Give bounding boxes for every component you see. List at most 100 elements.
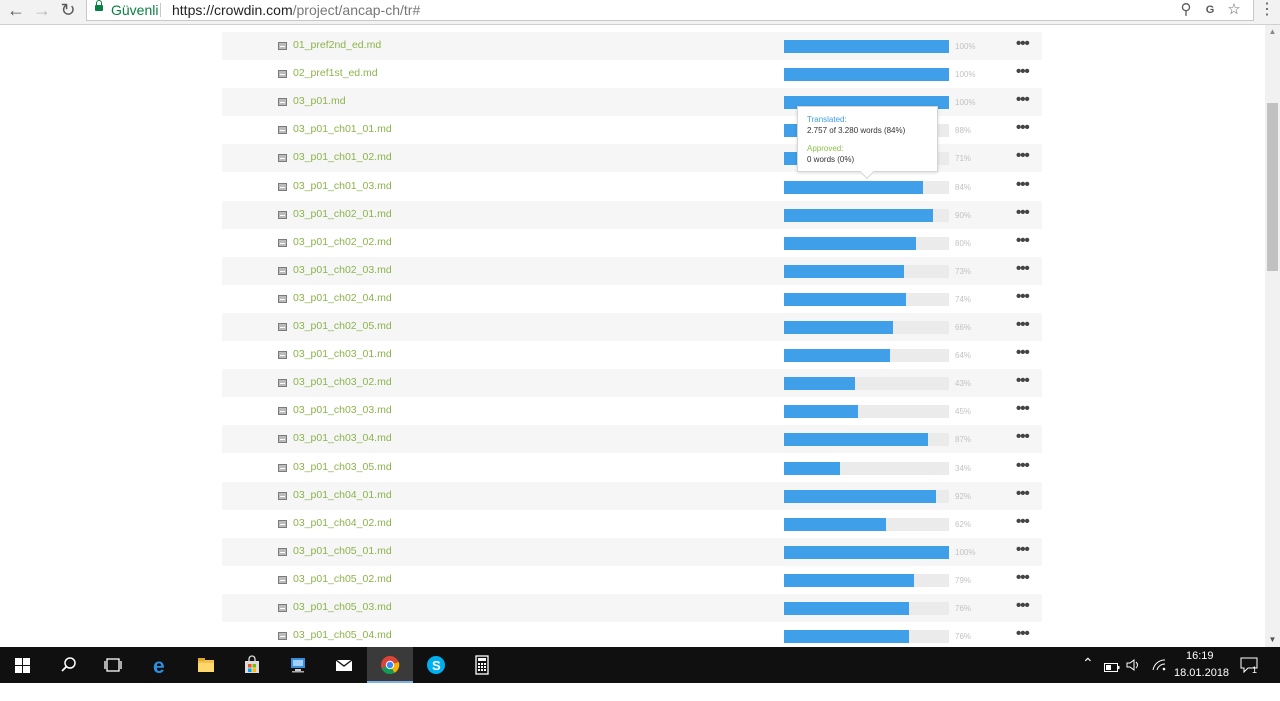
- file-row: 03_p01_ch02_02.md 80% •••: [222, 229, 1042, 257]
- file-name-link[interactable]: 03_p01.md: [293, 95, 346, 107]
- file-name-link[interactable]: 03_p01_ch01_01.md: [293, 123, 392, 135]
- file-explorer-button[interactable]: [183, 647, 229, 683]
- more-options-icon[interactable]: •••: [1016, 260, 1030, 277]
- more-options-icon[interactable]: •••: [1016, 485, 1030, 502]
- file-name-link[interactable]: 03_p01_ch04_02.md: [293, 517, 392, 529]
- more-options-icon[interactable]: •••: [1016, 232, 1030, 249]
- file-name-link[interactable]: 03_p01_ch02_01.md: [293, 208, 392, 220]
- wifi-icon[interactable]: [1151, 659, 1167, 695]
- skype-button[interactable]: S: [413, 647, 459, 683]
- scroll-down-arrow-icon[interactable]: ▼: [1265, 633, 1280, 647]
- progress-bar[interactable]: [784, 293, 949, 306]
- progress-bar[interactable]: [784, 40, 949, 53]
- file-name-link[interactable]: 03_p01_ch02_04.md: [293, 292, 392, 304]
- task-view-button[interactable]: [90, 647, 136, 683]
- file-name-link[interactable]: 03_p01_ch02_02.md: [293, 236, 392, 248]
- scroll-up-arrow-icon[interactable]: ▲: [1265, 25, 1280, 39]
- more-options-icon[interactable]: •••: [1016, 428, 1030, 445]
- secure-label: Güvenli: [111, 2, 159, 18]
- more-options-icon[interactable]: •••: [1016, 372, 1030, 389]
- file-name-link[interactable]: 01_pref2nd_ed.md: [293, 39, 381, 51]
- progress-bar[interactable]: [784, 181, 949, 194]
- mail-button[interactable]: [321, 647, 367, 683]
- file-name-link[interactable]: 03_p01_ch05_01.md: [293, 545, 392, 557]
- progress-bar[interactable]: [784, 237, 949, 250]
- file-name-link[interactable]: 03_p01_ch03_03.md: [293, 404, 392, 416]
- file-name-link[interactable]: 02_pref1st_ed.md: [293, 67, 378, 79]
- progress-bar[interactable]: [784, 602, 949, 615]
- zoom-icon[interactable]: ⚲: [1177, 1, 1195, 19]
- taskbar-date[interactable]: 18.01.2018: [1174, 667, 1229, 679]
- edge-button[interactable]: e: [138, 647, 184, 683]
- translate-icon[interactable]: G: [1201, 1, 1219, 19]
- progress-bar-fill: [784, 209, 933, 222]
- battery-icon[interactable]: [1104, 661, 1120, 697]
- more-options-icon[interactable]: •••: [1016, 119, 1030, 136]
- progress-bar[interactable]: [784, 405, 949, 418]
- more-options-icon[interactable]: •••: [1016, 457, 1030, 474]
- progress-bar[interactable]: [784, 349, 949, 362]
- windows-logo-icon: [15, 658, 30, 673]
- desktop-app-button[interactable]: [275, 647, 321, 683]
- file-name-link[interactable]: 03_p01_ch05_02.md: [293, 573, 392, 585]
- more-options-icon[interactable]: •••: [1016, 91, 1030, 108]
- progress-bar[interactable]: [784, 546, 949, 559]
- progress-bar[interactable]: [784, 490, 949, 503]
- start-button[interactable]: [0, 647, 46, 683]
- chrome-button[interactable]: [367, 647, 413, 683]
- more-options-icon[interactable]: •••: [1016, 513, 1030, 530]
- store-button[interactable]: [229, 647, 275, 683]
- file-name-link[interactable]: 03_p01_ch03_04.md: [293, 432, 392, 444]
- more-options-icon[interactable]: •••: [1016, 344, 1030, 361]
- file-name-link[interactable]: 03_p01_ch01_03.md: [293, 180, 392, 192]
- progress-bar[interactable]: [784, 630, 949, 643]
- reload-icon[interactable]: ↻: [57, 0, 79, 22]
- file-name-link[interactable]: 03_p01_ch05_03.md: [293, 601, 392, 613]
- more-options-icon[interactable]: •••: [1016, 316, 1030, 333]
- chevron-up-icon[interactable]: ⌃: [1082, 655, 1094, 691]
- more-options-icon[interactable]: •••: [1016, 288, 1030, 305]
- progress-bar[interactable]: [784, 574, 949, 587]
- file-icon: [278, 126, 287, 134]
- progress-bar[interactable]: [784, 68, 949, 81]
- vertical-scrollbar[interactable]: ▲ ▼: [1265, 25, 1280, 647]
- more-options-icon[interactable]: •••: [1016, 204, 1030, 221]
- forward-arrow-icon[interactable]: →: [31, 0, 53, 22]
- address-bar[interactable]: Güvenli https://crowdin.com/project/anca…: [86, 0, 1254, 21]
- search-button[interactable]: [46, 647, 92, 683]
- progress-bar[interactable]: [784, 462, 949, 475]
- progress-bar[interactable]: [784, 321, 949, 334]
- more-options-icon[interactable]: •••: [1016, 400, 1030, 417]
- url-text[interactable]: https://crowdin.com/project/ancap-ch/tr#: [172, 2, 420, 18]
- bookmark-star-icon[interactable]: ☆: [1225, 1, 1243, 19]
- more-options-icon[interactable]: •••: [1016, 625, 1030, 642]
- file-name-link[interactable]: 03_p01_ch04_01.md: [293, 489, 392, 501]
- volume-icon[interactable]: [1126, 659, 1142, 695]
- progress-bar[interactable]: [784, 265, 949, 278]
- file-icon: [278, 42, 287, 50]
- more-options-icon[interactable]: •••: [1016, 569, 1030, 586]
- file-name-link[interactable]: 03_p01_ch01_02.md: [293, 151, 392, 163]
- calculator-button[interactable]: [459, 647, 505, 683]
- more-options-icon[interactable]: •••: [1016, 597, 1030, 614]
- progress-bar[interactable]: [784, 209, 949, 222]
- menu-kebab-icon[interactable]: ⋮: [1256, 0, 1278, 22]
- progress-bar[interactable]: [784, 518, 949, 531]
- scroll-thumb[interactable]: [1267, 103, 1278, 271]
- taskbar-time[interactable]: 16:19: [1186, 650, 1214, 662]
- back-arrow-icon[interactable]: ←: [5, 0, 27, 22]
- file-name-link[interactable]: 03_p01_ch05_04.md: [293, 629, 392, 641]
- progress-bar[interactable]: [784, 377, 949, 390]
- progress-bar[interactable]: [784, 433, 949, 446]
- file-name-link[interactable]: 03_p01_ch03_02.md: [293, 376, 392, 388]
- more-options-icon[interactable]: •••: [1016, 541, 1030, 558]
- progress-percent: 62%: [955, 520, 972, 529]
- file-name-link[interactable]: 03_p01_ch03_05.md: [293, 461, 392, 473]
- file-name-link[interactable]: 03_p01_ch02_05.md: [293, 320, 392, 332]
- file-name-link[interactable]: 03_p01_ch03_01.md: [293, 348, 392, 360]
- more-options-icon[interactable]: •••: [1016, 176, 1030, 193]
- more-options-icon[interactable]: •••: [1016, 35, 1030, 52]
- more-options-icon[interactable]: •••: [1016, 63, 1030, 80]
- file-name-link[interactable]: 03_p01_ch02_03.md: [293, 264, 392, 276]
- more-options-icon[interactable]: •••: [1016, 147, 1030, 164]
